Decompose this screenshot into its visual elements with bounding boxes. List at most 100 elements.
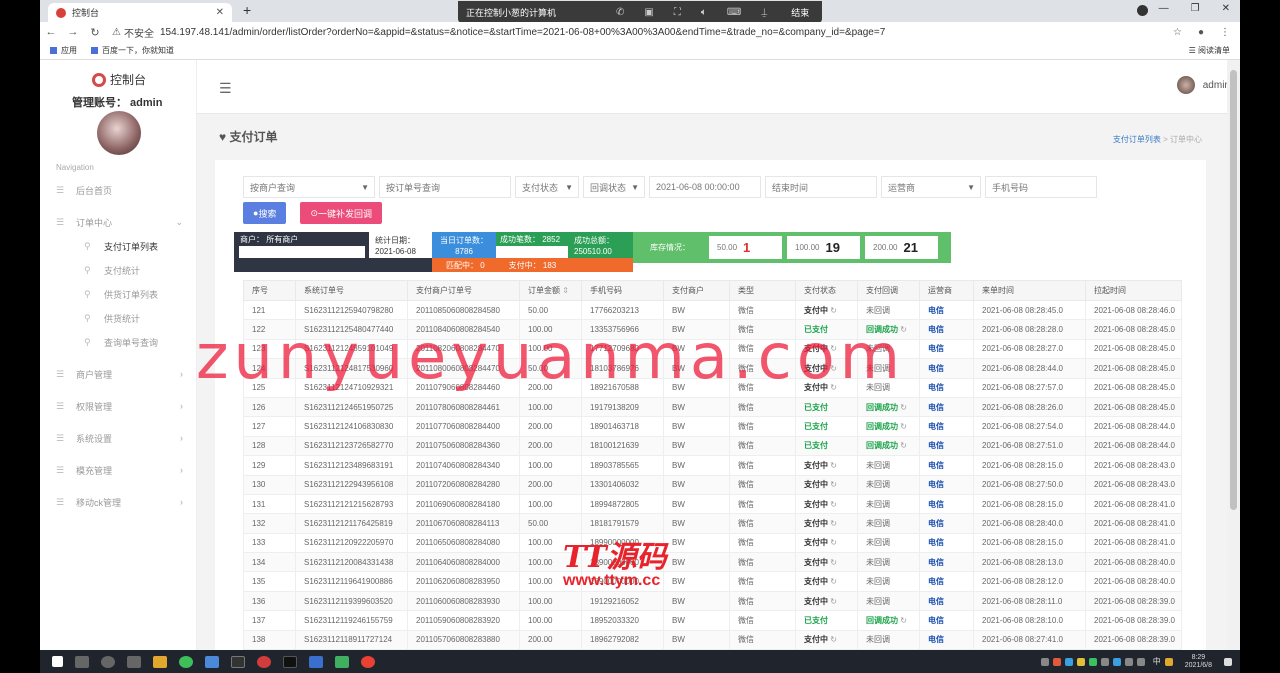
new-tab-icon[interactable]: + (243, 2, 251, 18)
bookmark-apps[interactable]: 应用 (50, 45, 77, 56)
bookmark-baidu[interactable]: 百度一下，你就知道 (91, 45, 174, 56)
task-view-icon[interactable] (127, 655, 141, 668)
sidebar-item-orders[interactable]: ☰ 订单中心 ⌄ (40, 210, 197, 234)
refresh-icon[interactable]: ↻ (828, 344, 837, 353)
sidebar-item-mobile-ck[interactable]: ☰ 移动ck管理 › (40, 490, 197, 514)
reload-icon[interactable]: ↻ (84, 26, 106, 39)
sort-icon[interactable]: ⇕ (560, 286, 569, 295)
sidebar-item-query[interactable]: ⚲ 查询单号查询 (40, 330, 197, 354)
breadcrumb-link[interactable]: 支付订单列表 (1113, 135, 1161, 144)
merchant-select[interactable]: 按商户查询 ▼ (243, 176, 375, 198)
sidebar-item-pay-stats[interactable]: ⚲ 支付统计 (40, 258, 197, 282)
account-icon[interactable]: ● (1198, 27, 1204, 38)
header-user[interactable]: admin (1176, 76, 1230, 94)
hamburger-icon[interactable]: ☰ (219, 80, 232, 97)
keyboard-icon[interactable]: ⌨ (727, 7, 741, 18)
browser-tab[interactable]: 控制台 ✕ (48, 3, 232, 22)
cortana-icon[interactable] (101, 655, 115, 668)
end-button[interactable]: 结束 (791, 6, 809, 19)
sidebar-item-home[interactable]: ☰ 后台首页 (40, 178, 197, 202)
refresh-icon[interactable]: ↻ (898, 403, 907, 412)
reading-list[interactable]: ☰ 阅读清单 (1189, 45, 1230, 56)
app-green-icon[interactable] (179, 655, 193, 668)
pin-icon[interactable]: ⍊ (761, 7, 767, 18)
start-time-input[interactable]: 2021-06-08 00:00:00 (649, 176, 761, 198)
windows-start-icon[interactable] (52, 656, 63, 667)
tray-icon[interactable] (1064, 657, 1073, 666)
refresh-icon[interactable]: ↻ (828, 480, 837, 489)
tray-icon[interactable] (1112, 657, 1121, 666)
refresh-icon[interactable]: ↻ (898, 325, 907, 334)
tray-icon[interactable] (1088, 657, 1097, 666)
operator-select[interactable]: 运营商 ▼ (881, 176, 981, 198)
forward-icon[interactable]: → (62, 26, 84, 38)
table-cell: 电信 (919, 416, 974, 437)
speaker-icon[interactable]: 🔈︎ (701, 7, 707, 18)
refresh-icon[interactable]: ↻ (828, 558, 837, 567)
ime-indicator[interactable]: 中 (1153, 656, 1161, 667)
phone-input[interactable]: 手机号码 (985, 176, 1097, 198)
refresh-icon[interactable]: ↻ (828, 635, 837, 644)
network-icon[interactable] (1124, 657, 1133, 666)
refresh-icon[interactable]: ↻ (828, 538, 837, 547)
sidebar-item-supply-stats[interactable]: ⚲ 供货统计 (40, 306, 197, 330)
column-header[interactable]: 订单金额 ⇕ (519, 280, 582, 301)
resend-callback-button[interactable]: ⊙ 一键补发回调 (300, 202, 383, 224)
order-no-input[interactable]: 按订单号查询 (379, 176, 511, 198)
sidebar-item-pay-orders[interactable]: ⚲ 支付订单列表 (40, 234, 197, 258)
page-scrollbar[interactable] (1227, 60, 1240, 650)
refresh-icon[interactable]: ↻ (898, 422, 907, 431)
sidebar-item-merchants[interactable]: ☰ 商户管理 › (40, 362, 197, 386)
refresh-icon[interactable]: ↻ (828, 306, 837, 315)
close-window-icon[interactable]: ✕ (1222, 3, 1230, 14)
refresh-icon[interactable]: ↻ (828, 500, 837, 509)
minimize-icon[interactable]: — (1159, 3, 1169, 14)
sidebar-item-permissions[interactable]: ☰ 权限管理 › (40, 394, 197, 418)
back-icon[interactable]: ← (40, 26, 62, 38)
warning-icon[interactable]: ⚠ (112, 27, 121, 38)
refresh-icon[interactable]: ↻ (828, 364, 837, 373)
tray-icon[interactable] (1076, 657, 1085, 666)
tray-icon[interactable] (1100, 657, 1109, 666)
volume-icon[interactable] (1136, 657, 1145, 666)
refresh-icon[interactable]: ↻ (828, 577, 837, 586)
url-input[interactable]: 154.197.48.141/admin/order/listOrder?ord… (160, 27, 885, 38)
refresh-icon[interactable]: ↻ (828, 597, 837, 606)
end-time-input[interactable]: 结束时间 (765, 176, 877, 198)
search-button[interactable]: ● 搜索 (243, 202, 287, 224)
sidebar-item-settings[interactable]: ☰ 系统设置 › (40, 426, 197, 450)
qq-icon[interactable] (283, 655, 297, 668)
tray-icon[interactable] (1052, 657, 1061, 666)
callback-select[interactable]: 回调状态 ▼ (583, 176, 645, 198)
app-icon[interactable] (309, 655, 323, 668)
terminal-icon[interactable] (231, 655, 245, 668)
chrome-icon[interactable] (361, 655, 375, 668)
refresh-icon[interactable]: ↻ (828, 519, 837, 528)
phone-icon[interactable]: ✆ (616, 7, 624, 18)
search-icon[interactable] (75, 655, 89, 668)
file-explorer-icon[interactable] (153, 655, 167, 668)
refresh-icon[interactable]: ↻ (898, 616, 907, 625)
media-icon[interactable] (335, 655, 349, 668)
sidebar-item-supply-orders[interactable]: ⚲ 供货订单列表 (40, 282, 197, 306)
menu-dots-icon[interactable]: ⋮ (1220, 27, 1230, 38)
sogou-icon[interactable] (1164, 657, 1173, 666)
tray-icon[interactable] (1040, 657, 1049, 666)
pay-status-select[interactable]: 支付状态 ▼ (515, 176, 579, 198)
refresh-icon[interactable]: ↻ (828, 461, 837, 470)
restore-icon[interactable]: ❐ (1191, 3, 1200, 14)
close-tab-icon[interactable]: ✕ (216, 7, 224, 18)
screen-icon[interactable]: ▣ (644, 7, 653, 18)
sidebar-item-recharge[interactable]: ☰ 模充管理 › (40, 458, 197, 482)
profile-icon[interactable] (1137, 5, 1148, 16)
notification-icon[interactable] (1224, 657, 1232, 666)
weibo-icon[interactable] (257, 655, 271, 668)
refresh-icon[interactable]: ↻ (898, 441, 907, 450)
app-blue-icon[interactable] (205, 655, 219, 668)
fullscreen-icon[interactable]: ⛶ (674, 7, 681, 18)
refresh-icon[interactable]: ↻ (828, 383, 837, 392)
bookmark-star-icon[interactable]: ☆ (1173, 27, 1182, 38)
scrollbar-thumb[interactable] (1230, 70, 1237, 510)
avatar[interactable] (97, 111, 141, 155)
clock[interactable]: 8:29 2021/6/8 (1185, 654, 1212, 670)
